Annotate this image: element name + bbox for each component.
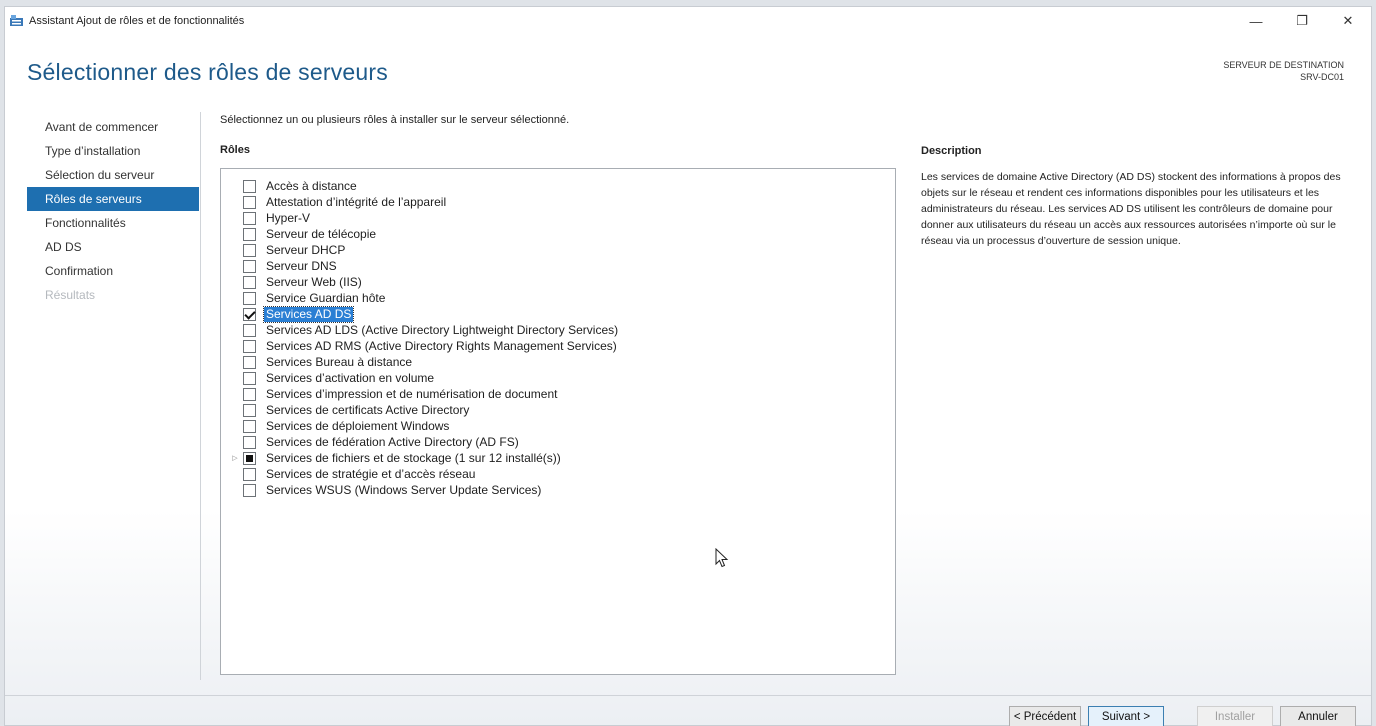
role-checkbox[interactable] — [243, 451, 256, 465]
nav-item-4[interactable]: Fonctionnalités — [27, 211, 199, 235]
role-item[interactable]: Services de déploiement Windows — [221, 418, 451, 434]
role-item[interactable]: Service Guardian hôte — [221, 290, 387, 306]
role-label[interactable]: Services d’activation en volume — [264, 371, 436, 386]
role-item[interactable]: Attestation d’intégrité de l’appareil — [221, 194, 448, 210]
role-item[interactable]: ▷ Services de fichiers et de stockage (1 … — [221, 450, 563, 466]
triangle-right-icon[interactable]: ▷ — [230, 454, 240, 462]
title-bar[interactable]: Assistant Ajout de rôles et de fonctionn… — [5, 7, 1371, 35]
role-label[interactable]: Services AD RMS (Active Directory Rights… — [264, 339, 619, 354]
role-label[interactable]: Attestation d’intégrité de l’appareil — [264, 195, 448, 210]
close-button[interactable]: ✕ — [1325, 7, 1371, 35]
role-checkbox[interactable] — [243, 483, 256, 497]
role-label[interactable]: Serveur DNS — [264, 259, 339, 274]
nav-item-3[interactable]: Rôles de serveurs — [27, 187, 199, 211]
role-checkbox[interactable] — [243, 195, 256, 209]
role-checkbox[interactable] — [243, 355, 256, 369]
description-text: Les services de domaine Active Directory… — [921, 171, 1341, 247]
window-controls: — ❐ ✕ — [1233, 7, 1371, 35]
role-label[interactable]: Services de fédération Active Directory … — [264, 435, 521, 450]
role-item[interactable]: Accès à distance — [221, 178, 359, 194]
nav-divider — [200, 112, 201, 680]
destination-server-name: SRV-DC01 — [1300, 72, 1344, 82]
role-label[interactable]: Services de stratégie et d’accès réseau — [264, 467, 477, 482]
nav-item-0[interactable]: Avant de commencer — [27, 115, 199, 139]
role-item[interactable]: Services d’impression et de numérisation… — [221, 386, 559, 402]
role-item[interactable]: Services AD LDS (Active Directory Lightw… — [221, 322, 620, 338]
role-item[interactable]: Services d’activation en volume — [221, 370, 436, 386]
role-label[interactable]: Service Guardian hôte — [264, 291, 387, 306]
install-button[interactable]: Installer — [1197, 706, 1273, 726]
role-item[interactable]: Services WSUS (Windows Server Update Ser… — [221, 482, 543, 498]
role-checkbox[interactable] — [243, 371, 256, 385]
role-checkbox[interactable] — [243, 243, 256, 257]
role-label[interactable]: Services Bureau à distance — [264, 355, 414, 370]
server-manager-icon — [10, 15, 23, 26]
nav-item-7: Résultats — [45, 288, 96, 302]
role-item[interactable]: Serveur DNS — [221, 258, 339, 274]
role-item[interactable]: Services de stratégie et d’accès réseau — [221, 466, 477, 482]
description-heading: Description — [921, 145, 982, 157]
restore-button[interactable]: ❐ — [1279, 7, 1325, 35]
role-checkbox[interactable] — [243, 211, 256, 225]
role-item[interactable]: Services AD DS — [221, 305, 355, 323]
role-item[interactable]: Services AD RMS (Active Directory Rights… — [221, 338, 619, 354]
role-item[interactable]: Services Bureau à distance — [221, 354, 414, 370]
role-checkbox[interactable] — [243, 339, 256, 353]
roles-heading: Rôles — [220, 144, 250, 156]
wizard-nav: Avant de commencer Type d’installation Sél… — [27, 115, 199, 307]
role-label[interactable]: Services de fichiers et de stockage (1 s… — [264, 451, 563, 466]
role-label[interactable]: Services AD LDS (Active Directory Lightw… — [264, 323, 620, 338]
role-checkbox[interactable] — [243, 323, 256, 337]
cancel-button[interactable]: Annuler — [1280, 706, 1356, 726]
role-checkbox[interactable] — [243, 467, 256, 481]
role-label[interactable]: Accès à distance — [264, 179, 359, 194]
role-label[interactable]: Hyper-V — [264, 211, 312, 226]
destination-server: SERVEUR DE DESTINATION SRV-DC01 — [1223, 59, 1344, 83]
role-checkbox[interactable] — [243, 259, 256, 273]
footer-divider — [5, 695, 1371, 696]
role-label[interactable]: Services AD DS — [262, 305, 355, 323]
role-checkbox[interactable] — [243, 419, 256, 433]
role-label[interactable]: Services de déploiement Windows — [264, 419, 451, 434]
wizard-window: Assistant Ajout de rôles et de fonctionn… — [4, 6, 1372, 726]
role-item[interactable]: Serveur de télécopie — [221, 226, 378, 242]
previous-button[interactable]: < Précédent — [1009, 706, 1081, 726]
role-label[interactable]: Serveur de télécopie — [264, 227, 378, 242]
role-checkbox[interactable] — [243, 387, 256, 401]
role-checkbox[interactable] — [243, 403, 256, 417]
minimize-button[interactable]: — — [1233, 7, 1279, 35]
next-button[interactable]: Suivant > — [1088, 706, 1164, 726]
destination-label: SERVEUR DE DESTINATION — [1223, 60, 1344, 70]
role-item[interactable]: Services de certificats Active Directory — [221, 402, 471, 418]
page-title: Sélectionner des rôles de serveurs — [27, 59, 388, 85]
role-item[interactable]: Services de fédération Active Directory … — [221, 434, 521, 450]
role-label[interactable]: Services d’impression et de numérisation… — [264, 387, 559, 402]
role-label[interactable]: Serveur Web (IIS) — [264, 275, 364, 290]
role-item[interactable]: Hyper-V — [221, 210, 312, 226]
nav-item-5[interactable]: AD DS — [27, 235, 199, 259]
role-label[interactable]: Services de certificats Active Directory — [264, 403, 471, 418]
window-title: Assistant Ajout de rôles et de fonctionn… — [29, 15, 245, 27]
role-checkbox[interactable] — [243, 307, 256, 321]
role-checkbox[interactable] — [243, 275, 256, 289]
role-checkbox[interactable] — [243, 179, 256, 193]
nav-item-2[interactable]: Sélection du serveur — [27, 163, 199, 187]
role-item[interactable]: Serveur DHCP — [221, 242, 347, 258]
role-item[interactable]: Serveur Web (IIS) — [221, 274, 364, 290]
roles-list[interactable]: Accès à distance Attestation d’intégrité … — [220, 168, 896, 675]
role-label[interactable]: Services WSUS (Windows Server Update Ser… — [264, 483, 543, 498]
nav-item-6[interactable]: Confirmation — [27, 259, 199, 283]
role-checkbox[interactable] — [243, 291, 256, 305]
nav-item-1[interactable]: Type d’installation — [27, 139, 199, 163]
role-label[interactable]: Serveur DHCP — [264, 243, 347, 258]
role-checkbox[interactable] — [243, 435, 256, 449]
instruction-text: Sélectionnez un ou plusieurs rôles à ins… — [220, 114, 570, 126]
mouse-pointer-icon — [715, 548, 729, 568]
role-checkbox[interactable] — [243, 227, 256, 241]
